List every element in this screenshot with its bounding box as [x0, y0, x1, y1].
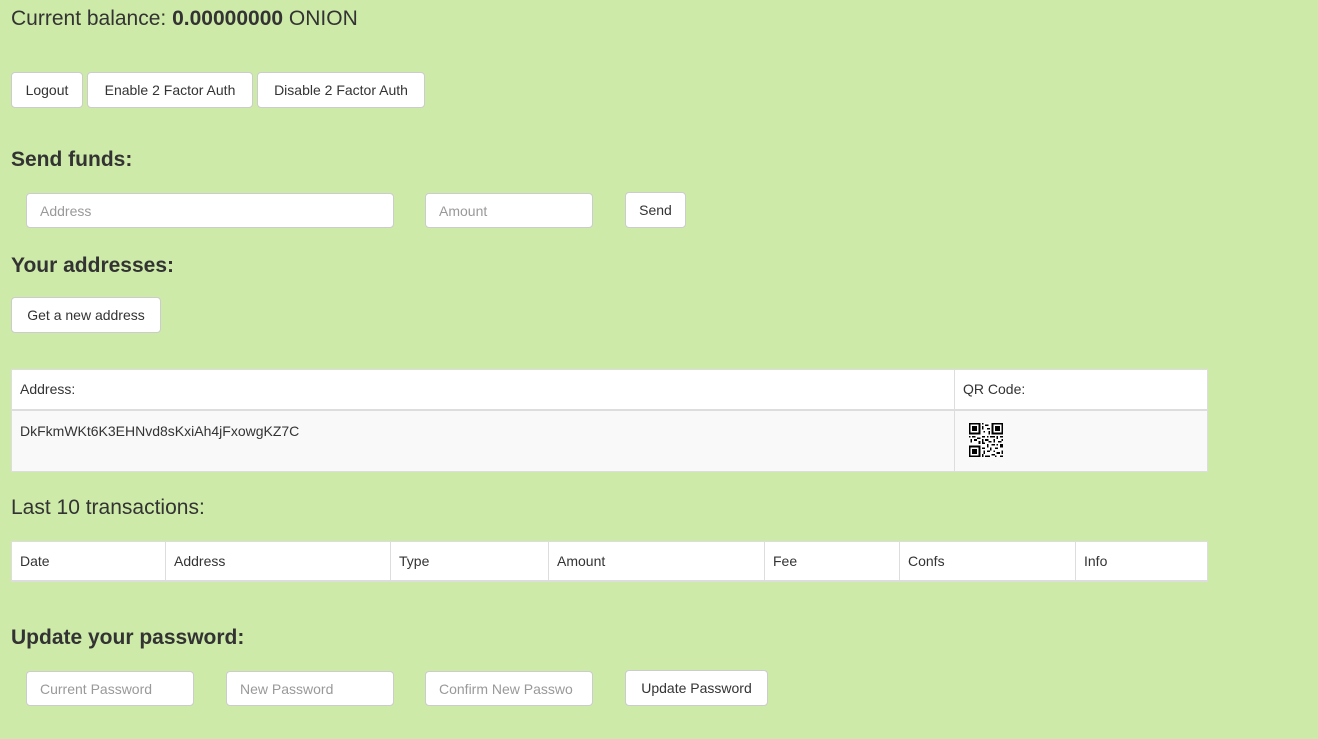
qr-code-cell: [954, 409, 1208, 472]
update-password-heading: Update your password:: [11, 626, 245, 649]
enable-2fa-button[interactable]: Enable 2 Factor Auth: [87, 72, 253, 108]
addresses-table: Address: QR Code: DkFkmWKt6K3EHNvd8sKxiA…: [11, 369, 1208, 472]
current-password-field[interactable]: [26, 671, 194, 706]
send-button[interactable]: Send: [625, 192, 686, 228]
column-header-type: Type: [390, 541, 549, 582]
logout-button[interactable]: Logout: [11, 72, 83, 108]
address-cell: DkFkmWKt6K3EHNvd8sKxiAh4jFxowgKZ7C: [11, 409, 955, 472]
send-funds-heading: Send funds:: [11, 148, 133, 171]
new-password-field[interactable]: [226, 671, 394, 706]
table-row: DkFkmWKt6K3EHNvd8sKxiAh4jFxowgKZ7C: [11, 409, 1208, 472]
current-balance: Current balance: 0.00000000 ONION: [11, 6, 358, 32]
update-password-button[interactable]: Update Password: [625, 670, 768, 706]
transactions-table: Date Address Type Amount Fee Confs Info: [11, 541, 1208, 582]
send-amount-input[interactable]: [425, 193, 593, 228]
column-header-confs: Confs: [899, 541, 1076, 582]
column-header-info: Info: [1075, 541, 1208, 582]
wallet-page: Current balance: 0.00000000 ONION Logout…: [0, 0, 1318, 739]
column-header-qr-code: QR Code:: [954, 369, 1208, 411]
balance-amount: 0.00000000: [172, 7, 284, 30]
addresses-table-header: Address: QR Code:: [11, 369, 1208, 411]
last-transactions-heading: Last 10 transactions:: [11, 496, 205, 519]
column-header-fee: Fee: [764, 541, 900, 582]
column-header-date: Date: [11, 541, 166, 582]
balance-currency: ONION: [288, 7, 358, 30]
column-header-address: Address:: [11, 369, 955, 411]
disable-2fa-button[interactable]: Disable 2 Factor Auth: [257, 72, 425, 108]
column-header-address: Address: [165, 541, 391, 582]
qr-code-icon[interactable]: [969, 422, 1003, 457]
confirm-password-field[interactable]: [425, 671, 593, 706]
column-header-amount: Amount: [548, 541, 765, 582]
transactions-table-header: Date Address Type Amount Fee Confs Info: [11, 541, 1208, 582]
send-address-input[interactable]: [26, 193, 394, 228]
balance-label: Current balance:: [11, 7, 167, 30]
your-addresses-heading: Your addresses:: [11, 254, 175, 277]
get-new-address-button[interactable]: Get a new address: [11, 297, 161, 333]
